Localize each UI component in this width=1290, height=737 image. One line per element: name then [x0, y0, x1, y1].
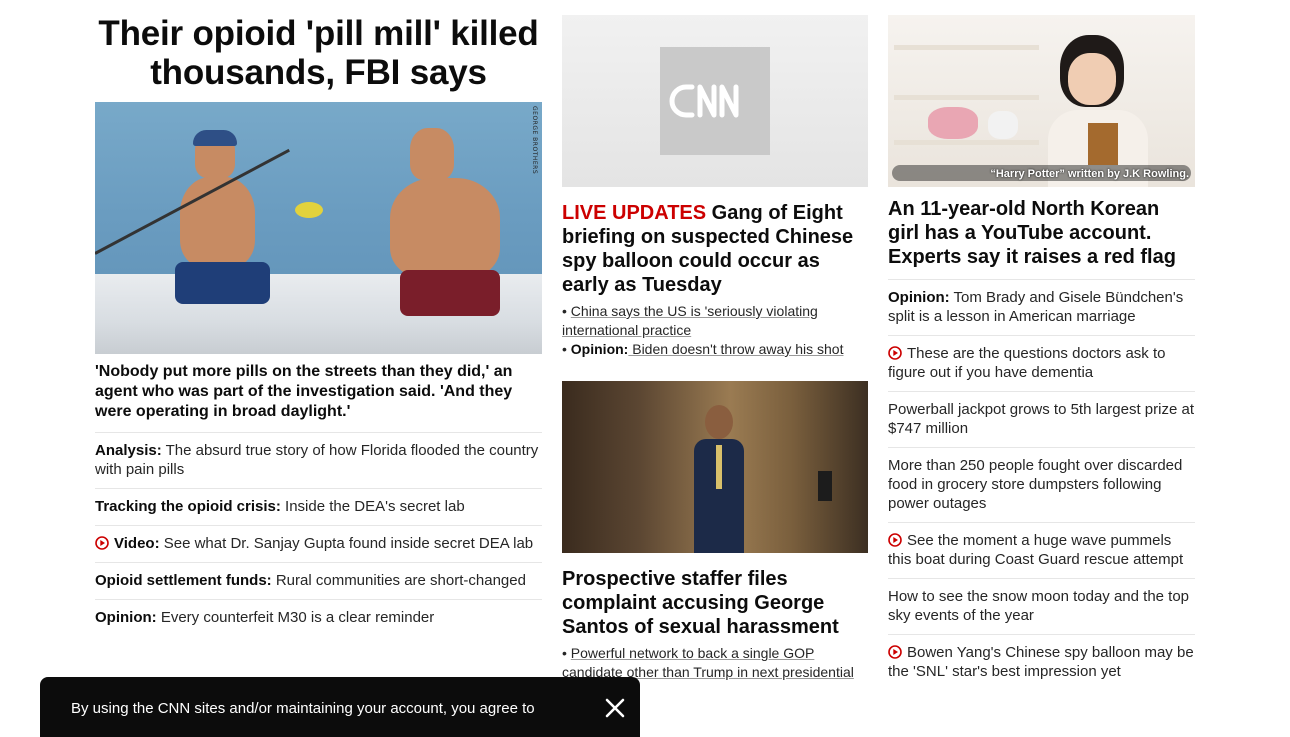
list-item[interactable]: Opinion: Tom Brady and Gisele Bündchen's… — [888, 279, 1195, 335]
santos-image[interactable] — [562, 381, 868, 553]
lead-story: Their opioid 'pill mill' killed thousand… — [95, 14, 542, 636]
link-prefix: Video: — [114, 535, 160, 552]
plush-toy — [988, 111, 1018, 139]
north-korea-headline[interactable]: An 11-year-old North Korean girl has a Y… — [888, 197, 1195, 269]
book — [1088, 123, 1118, 165]
link-text: Rural communities are short-changed — [271, 572, 526, 589]
list-item[interactable]: Powerball jackpot grows to 5th largest p… — [888, 391, 1195, 447]
play-icon — [95, 536, 109, 550]
list-item[interactable]: See the moment a huge wave pummels this … — [888, 522, 1195, 578]
right-links: Opinion: Tom Brady and Gisele Bündchen's… — [888, 279, 1195, 690]
person-head — [705, 405, 733, 439]
live-updates-label: LIVE UPDATES — [562, 202, 707, 224]
fisherman-left — [155, 122, 285, 322]
list-item[interactable]: Opinion: Every counterfeit M30 is a clea… — [95, 599, 542, 636]
plush-toy — [928, 107, 978, 139]
balloon-headline[interactable]: LIVE UPDATES Gang of Eight briefing on s… — [562, 201, 868, 297]
link-text: Inside the DEA's secret lab — [280, 498, 465, 515]
lead-image[interactable]: GEORGE BROTHERS — [95, 102, 542, 354]
close-icon — [605, 698, 625, 718]
lead-headline[interactable]: Their opioid 'pill mill' killed thousand… — [95, 14, 542, 92]
link-text: Every counterfeit M30 is a clear reminde… — [156, 609, 435, 626]
link-text: See the moment a huge wave pummels this … — [888, 532, 1184, 568]
girl-face — [1068, 53, 1116, 105]
bullet-text: China says the US is 'seriously violatin… — [562, 303, 818, 338]
balloon-bullets: • China says the US is 'seriously violat… — [562, 302, 868, 359]
bullet-prefix: Opinion: — [570, 341, 629, 357]
link-text: The absurd true story of how Florida flo… — [95, 442, 539, 478]
link-prefix: Tracking the opioid crisis: — [95, 498, 281, 515]
play-icon — [888, 533, 902, 547]
fisherman-right — [370, 120, 520, 320]
image-credit: GEORGE BROTHERS — [531, 106, 538, 175]
list-item[interactable]: Bowen Yang's Chinese spy balloon may be … — [888, 634, 1195, 690]
link-text: Powerball jackpot grows to 5th largest p… — [888, 401, 1194, 437]
link-prefix: Opinion: — [95, 609, 157, 626]
elevator-panel — [818, 471, 832, 501]
shelf — [894, 95, 1039, 100]
person-tie — [716, 445, 722, 489]
lead-summary[interactable]: 'Nobody put more pills on the streets th… — [95, 362, 542, 422]
cnn-placeholder-image[interactable] — [562, 15, 868, 187]
shelf — [894, 140, 1039, 145]
list-item[interactable]: Tracking the opioid crisis: Inside the D… — [95, 488, 542, 525]
list-item[interactable]: Video: See what Dr. Sanjay Gupta found i… — [95, 525, 542, 562]
consent-text: By using the CNN sites and/or maintainin… — [71, 700, 535, 717]
link-text: Bowen Yang's Chinese spy balloon may be … — [888, 644, 1194, 680]
bullet-text: Biden doesn't throw away his shot — [628, 341, 844, 357]
video-caption: “Harry Potter” written by J.K Rowling. — [990, 168, 1189, 180]
list-item[interactable]: These are the questions doctors ask to f… — [888, 335, 1195, 391]
middle-column: LIVE UPDATES Gang of Eight briefing on s… — [562, 15, 868, 701]
consent-banner: By using the CNN sites and/or maintainin… — [40, 677, 640, 737]
link-text: How to see the snow moon today and the t… — [888, 588, 1190, 624]
list-item[interactable]: More than 250 people fought over discard… — [888, 447, 1195, 522]
cnn-logo-icon — [660, 47, 770, 155]
north-korea-video-image[interactable]: “Harry Potter” written by J.K Rowling. — [888, 15, 1195, 187]
list-item[interactable]: Opioid settlement funds: Rural communiti… — [95, 562, 542, 599]
link-text: These are the questions doctors ask to f… — [888, 345, 1166, 381]
link-text: More than 250 people fought over discard… — [888, 457, 1183, 512]
link-prefix: Analysis: — [95, 442, 162, 459]
bullet-item[interactable]: • Opinion: Biden doesn't throw away his … — [562, 340, 868, 359]
play-icon — [888, 346, 902, 360]
shelf — [894, 45, 1039, 50]
list-item[interactable]: How to see the snow moon today and the t… — [888, 578, 1195, 634]
related-links: Analysis: The absurd true story of how F… — [95, 432, 542, 636]
fish — [295, 202, 323, 218]
link-prefix: Opioid settlement funds: — [95, 572, 272, 589]
close-button[interactable] — [602, 695, 628, 721]
santos-headline[interactable]: Prospective staffer files complaint accu… — [562, 567, 868, 639]
right-column: “Harry Potter” written by J.K Rowling. A… — [888, 15, 1195, 690]
play-icon — [888, 645, 902, 659]
list-item[interactable]: Analysis: The absurd true story of how F… — [95, 432, 542, 488]
link-prefix: Opinion: — [888, 289, 950, 306]
bullet-item[interactable]: • China says the US is 'seriously violat… — [562, 302, 868, 340]
link-text: See what Dr. Sanjay Gupta found inside s… — [159, 535, 534, 552]
